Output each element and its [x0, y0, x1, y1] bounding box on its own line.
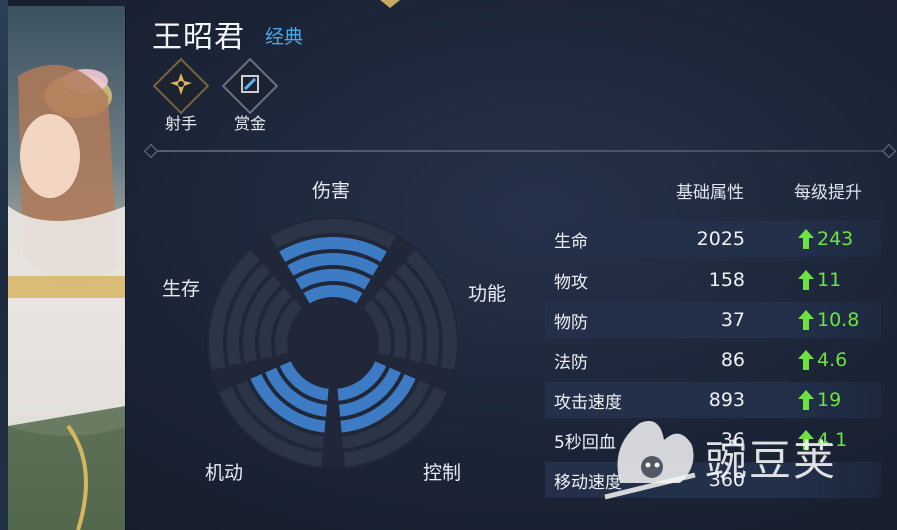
axis-label-damage: 伤害 — [312, 180, 351, 202]
stat-growth: 4.6 — [797, 349, 847, 371]
stat-growth: 11 — [797, 269, 841, 291]
axis-label-utility: 功能 — [468, 283, 507, 305]
stat-row: 法防 86 4.6 — [545, 342, 881, 378]
top-notch-icon — [380, 0, 400, 8]
stat-name: 物防 — [554, 312, 588, 333]
marksman-icon — [152, 57, 210, 115]
column-header-base: 基础属性 — [676, 183, 744, 203]
stat-name: 5秒回血 — [554, 432, 616, 453]
up-arrow-icon — [798, 430, 814, 450]
up-arrow-icon — [798, 310, 814, 330]
bounty-icon — [221, 57, 279, 115]
stat-name: 移动速度 — [554, 472, 622, 493]
hero-name: 王昭君 — [152, 20, 245, 55]
role-marksman: 射手 — [152, 57, 210, 134]
hero-portrait — [8, 6, 126, 530]
stat-name: 法防 — [554, 352, 588, 373]
stat-base-value: 893 — [708, 389, 745, 411]
stat-name: 生命 — [554, 231, 588, 252]
stat-row: 生命 2025 243 — [545, 221, 881, 257]
up-arrow-icon — [798, 229, 814, 249]
hero-skin-label[interactable]: 经典 — [265, 22, 303, 49]
stat-name: 攻击速度 — [554, 392, 622, 413]
axis-label-mobility: 机动 — [205, 462, 244, 484]
column-header-growth: 每级提升 — [794, 183, 862, 203]
stat-growth: 243 — [797, 228, 853, 250]
axis-label-survival: 生存 — [162, 278, 201, 300]
stat-base-value: 36 — [720, 429, 745, 451]
left-edge-strip — [0, 0, 8, 530]
stat-base-value: 86 — [720, 349, 745, 371]
ability-wheel — [207, 217, 459, 469]
axis-label-control: 控制 — [423, 462, 462, 484]
section-divider — [148, 150, 896, 152]
stat-growth: 10.8 — [797, 309, 859, 331]
stat-growth: 19 — [797, 389, 841, 411]
stat-base-value: 158 — [708, 269, 745, 291]
up-arrow-icon — [798, 390, 814, 410]
up-arrow-icon — [798, 270, 814, 290]
stat-base-value: 360 — [708, 469, 745, 491]
stat-row: 5秒回血 36 4.1 — [545, 422, 881, 458]
stat-row: 移动速度 360 — [545, 462, 881, 498]
stat-name: 物攻 — [554, 272, 588, 293]
stat-row: 物防 37 10.8 — [545, 302, 881, 338]
up-arrow-icon — [798, 350, 814, 370]
stat-growth-value: 10.8 — [817, 309, 860, 331]
stat-growth: 4.1 — [797, 429, 847, 451]
role-bounty: 赏金 — [221, 57, 279, 134]
stat-growth-value: 4.6 — [817, 349, 848, 371]
stat-growth-value: 11 — [817, 269, 842, 291]
stat-row: 物攻 158 11 — [545, 262, 881, 298]
stat-base-value: 2025 — [696, 228, 745, 250]
stat-growth-value: 19 — [817, 389, 842, 411]
stat-row: 攻击速度 893 19 — [545, 382, 881, 418]
stat-growth-value: 243 — [817, 228, 854, 250]
stat-base-value: 37 — [720, 309, 745, 331]
stat-growth-value: 4.1 — [817, 429, 848, 451]
